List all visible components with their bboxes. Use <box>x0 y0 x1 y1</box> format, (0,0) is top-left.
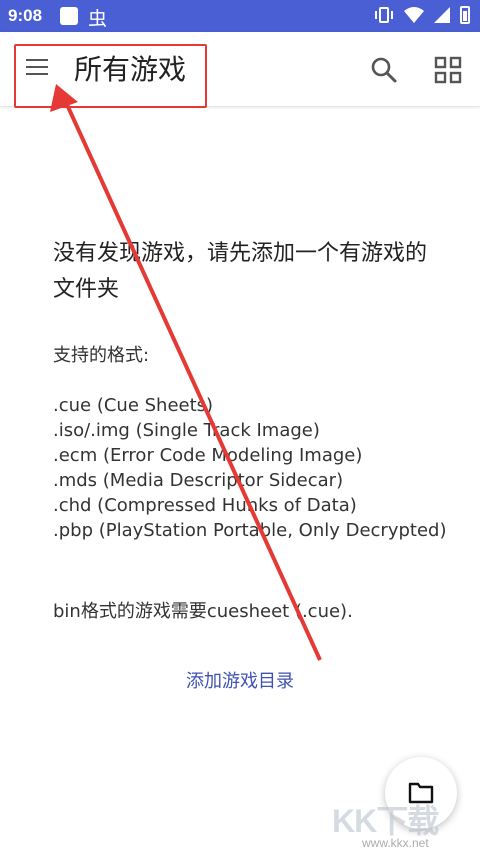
watermark-logo: KK下载 <box>332 803 439 839</box>
search-button[interactable] <box>368 54 400 86</box>
bin-cuesheet-note: bin格式的游戏需要cuesheet (.cue). <box>53 601 353 622</box>
formats-list: .cue (Cue Sheets) .iso/.img (Single Trac… <box>53 393 453 543</box>
bug-notification-icon: 虫 <box>88 8 108 30</box>
notification-icon <box>60 7 78 25</box>
wifi-icon <box>404 7 424 23</box>
format-item: .pbp (PlayStation Portable, Only Decrypt… <box>53 520 447 541</box>
annotation-highlight-box <box>14 44 207 108</box>
status-bar: 9:08 虫 <box>0 0 480 32</box>
vibrate-icon <box>375 7 393 23</box>
format-item: .iso/.img (Single Track Image) <box>53 420 320 441</box>
signal-icon <box>434 7 450 23</box>
grid-view-button[interactable] <box>432 54 464 86</box>
status-time: 9:08 <box>8 6 43 25</box>
watermark: KK下载 www.kkx.net <box>332 796 439 850</box>
format-item: .chd (Compressed Hunks of Data) <box>53 495 357 516</box>
format-item: .mds (Media Descriptor Sidecar) <box>53 470 344 491</box>
status-icons <box>374 6 470 24</box>
search-icon <box>371 57 397 83</box>
watermark-url: www.kkx.net <box>362 836 429 850</box>
format-item: .cue (Cue Sheets) <box>53 395 214 416</box>
empty-state-title: 没有发现游戏，请先添加一个有游戏的文件夹 <box>53 241 428 302</box>
grid-view-icon <box>434 56 462 84</box>
format-item: .ecm (Error Code Modeling Image) <box>53 445 363 466</box>
add-game-directory-button[interactable]: 添加游戏目录 <box>165 664 315 700</box>
formats-heading: 支持的格式: <box>53 345 150 366</box>
battery-icon <box>460 6 470 24</box>
